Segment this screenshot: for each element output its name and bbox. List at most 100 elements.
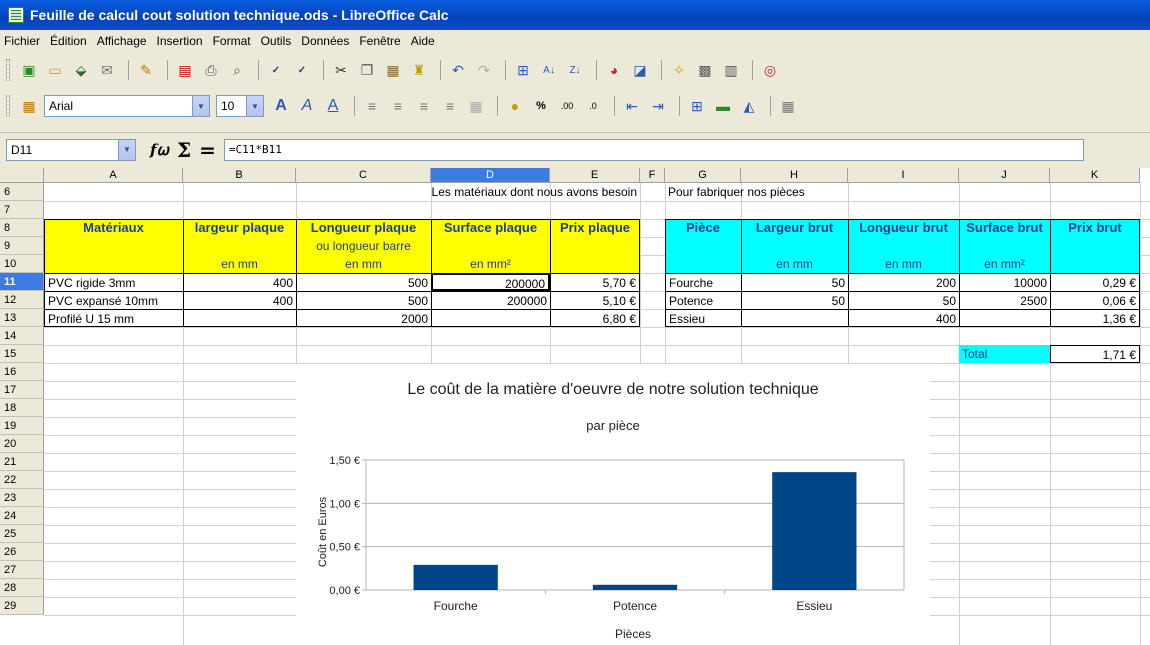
paste-icon[interactable]: ▦	[382, 59, 404, 81]
menu-fenetre[interactable]: Fenêtre	[359, 34, 400, 48]
row-header[interactable]: 22	[0, 471, 44, 489]
align-center-icon[interactable]: ≡	[387, 95, 409, 117]
material-name[interactable]: Profilé U 15 mm	[44, 309, 183, 327]
material-prix[interactable]: 6,80 €	[550, 309, 640, 327]
hyperlink-icon[interactable]: ⊞	[512, 59, 534, 81]
column-header-b[interactable]: B	[183, 168, 296, 183]
column-header-i[interactable]: I	[848, 168, 959, 183]
chart-icon[interactable]: ◕	[603, 59, 625, 81]
menu-format[interactable]: Format	[213, 34, 251, 48]
print-preview-icon[interactable]: ⌕	[226, 59, 248, 81]
font-color-icon[interactable]: ◭	[738, 95, 760, 117]
piece-name[interactable]: Potence	[665, 291, 741, 309]
header-largeur-brut[interactable]: Largeur brut	[741, 219, 848, 237]
column-header-g[interactable]: G	[665, 168, 741, 183]
navigator-icon[interactable]: ✧	[668, 59, 690, 81]
unit-en-mm2[interactable]: en mm²	[431, 255, 550, 273]
header-materiaux[interactable]: Matériaux	[44, 219, 183, 237]
toolbar-grip[interactable]	[6, 59, 10, 81]
piece-surface[interactable]: 10000	[959, 273, 1050, 291]
chevron-down-icon[interactable]: ▼	[246, 96, 263, 116]
material-largeur[interactable]	[183, 309, 296, 327]
header-longueur-plaque[interactable]: Longueur plaque	[296, 219, 431, 237]
material-prix[interactable]: 5,70 €	[550, 273, 640, 291]
menu-fichier[interactable]: Fichier	[4, 34, 40, 48]
row-header[interactable]: 28	[0, 579, 44, 597]
row-header[interactable]: 24	[0, 507, 44, 525]
piece-name[interactable]: Essieu	[665, 309, 741, 327]
row-header[interactable]: 9	[0, 237, 44, 255]
header-prix-plaque[interactable]: Prix plaque	[550, 219, 640, 237]
row-header[interactable]: 15	[0, 345, 44, 363]
chevron-down-icon[interactable]: ▼	[192, 96, 209, 116]
material-longueur[interactable]: 500	[296, 273, 431, 291]
total-value[interactable]: 1,71 €	[1050, 345, 1140, 363]
spellcheck-icon[interactable]: ✓	[265, 59, 287, 81]
piece-largeur[interactable]: 50	[741, 273, 848, 291]
autospellcheck-icon[interactable]: ✓	[291, 59, 313, 81]
row-header[interactable]: 11	[0, 273, 44, 291]
justify-icon[interactable]: ≡	[439, 95, 461, 117]
header-surface-brut[interactable]: Surface brut	[959, 219, 1050, 237]
copy-icon[interactable]: ❐	[356, 59, 378, 81]
spreadsheet-grid[interactable]: A B C D E F G H I J K 6 7 8 9 10 11 12 1…	[0, 168, 1150, 645]
row-header[interactable]: 10	[0, 255, 44, 273]
column-header-a[interactable]: A	[44, 168, 183, 183]
row-header[interactable]: 16	[0, 363, 44, 381]
menu-donnees[interactable]: Données	[301, 34, 349, 48]
row-header[interactable]: 17	[0, 381, 44, 399]
row-header[interactable]: 8	[0, 219, 44, 237]
redo-icon[interactable]: ↷	[473, 59, 495, 81]
row-header[interactable]: 20	[0, 435, 44, 453]
piece-surface[interactable]	[959, 309, 1050, 327]
row-header[interactable]: 21	[0, 453, 44, 471]
material-surface[interactable]: 200000	[431, 291, 550, 309]
name-box[interactable]: D11 ▼	[6, 138, 136, 161]
unit-en-mm[interactable]: en mm	[741, 255, 848, 273]
column-header-e[interactable]: E	[550, 168, 640, 183]
function-wizard-icon[interactable]: f⍵	[150, 141, 169, 159]
piece-longueur[interactable]: 200	[848, 273, 959, 291]
menu-outils[interactable]: Outils	[261, 34, 292, 48]
merge-cells-icon[interactable]: ▦	[465, 95, 487, 117]
cut-icon[interactable]: ✂	[330, 59, 352, 81]
header-longueur-brut[interactable]: Longueur brut	[848, 219, 959, 237]
row-header[interactable]: 19	[0, 417, 44, 435]
total-label[interactable]: Total	[959, 345, 1050, 363]
row-header[interactable]: 29	[0, 597, 44, 615]
add-decimal-icon[interactable]: .0	[582, 95, 604, 117]
edit-file-icon[interactable]: ✎	[135, 59, 157, 81]
row-header[interactable]: 7	[0, 201, 44, 219]
sort-descending-icon[interactable]: Z↓	[564, 59, 586, 81]
material-prix[interactable]: 5,10 €	[550, 291, 640, 309]
font-size-select[interactable]: 10 ▼	[216, 95, 264, 117]
material-surface-active-cell[interactable]: 200000	[431, 273, 550, 291]
header-piece[interactable]: Pièce	[665, 219, 741, 237]
header-prix-brut[interactable]: Prix brut	[1050, 219, 1140, 237]
unit-en-mm[interactable]: en mm	[296, 255, 431, 273]
print-icon[interactable]: ⎙	[200, 59, 222, 81]
undo-icon[interactable]: ↶	[447, 59, 469, 81]
styles-icon[interactable]: ▦	[18, 95, 40, 117]
unit-en-mm[interactable]: en mm	[848, 255, 959, 273]
piece-longueur[interactable]: 400	[848, 309, 959, 327]
help-icon[interactable]: ◎	[759, 59, 781, 81]
bold-icon[interactable]: A	[270, 95, 292, 117]
borders-icon[interactable]: ⊞	[686, 95, 708, 117]
italic-icon[interactable]: A	[296, 95, 318, 117]
pieces-section-title[interactable]: Pour fabriquer nos pièces	[665, 183, 865, 201]
corner-select-all[interactable]	[0, 168, 44, 183]
piece-prix[interactable]: 0,29 €	[1050, 273, 1140, 291]
formula-input[interactable]: =C11*B11	[223, 138, 1084, 161]
open-icon[interactable]: ▭	[44, 59, 66, 81]
sum-icon[interactable]: Σ	[177, 138, 191, 162]
unit-en-mm[interactable]: en mm	[183, 255, 296, 273]
font-name-select[interactable]: Arial ▼	[44, 95, 210, 117]
piece-prix[interactable]: 0,06 €	[1050, 291, 1140, 309]
menu-aide[interactable]: Aide	[411, 34, 435, 48]
row-header[interactable]: 26	[0, 543, 44, 561]
row-header[interactable]: 23	[0, 489, 44, 507]
increase-indent-icon[interactable]: ⇥	[647, 95, 669, 117]
piece-surface[interactable]: 2500	[959, 291, 1050, 309]
function-icon[interactable]: =	[199, 138, 216, 162]
